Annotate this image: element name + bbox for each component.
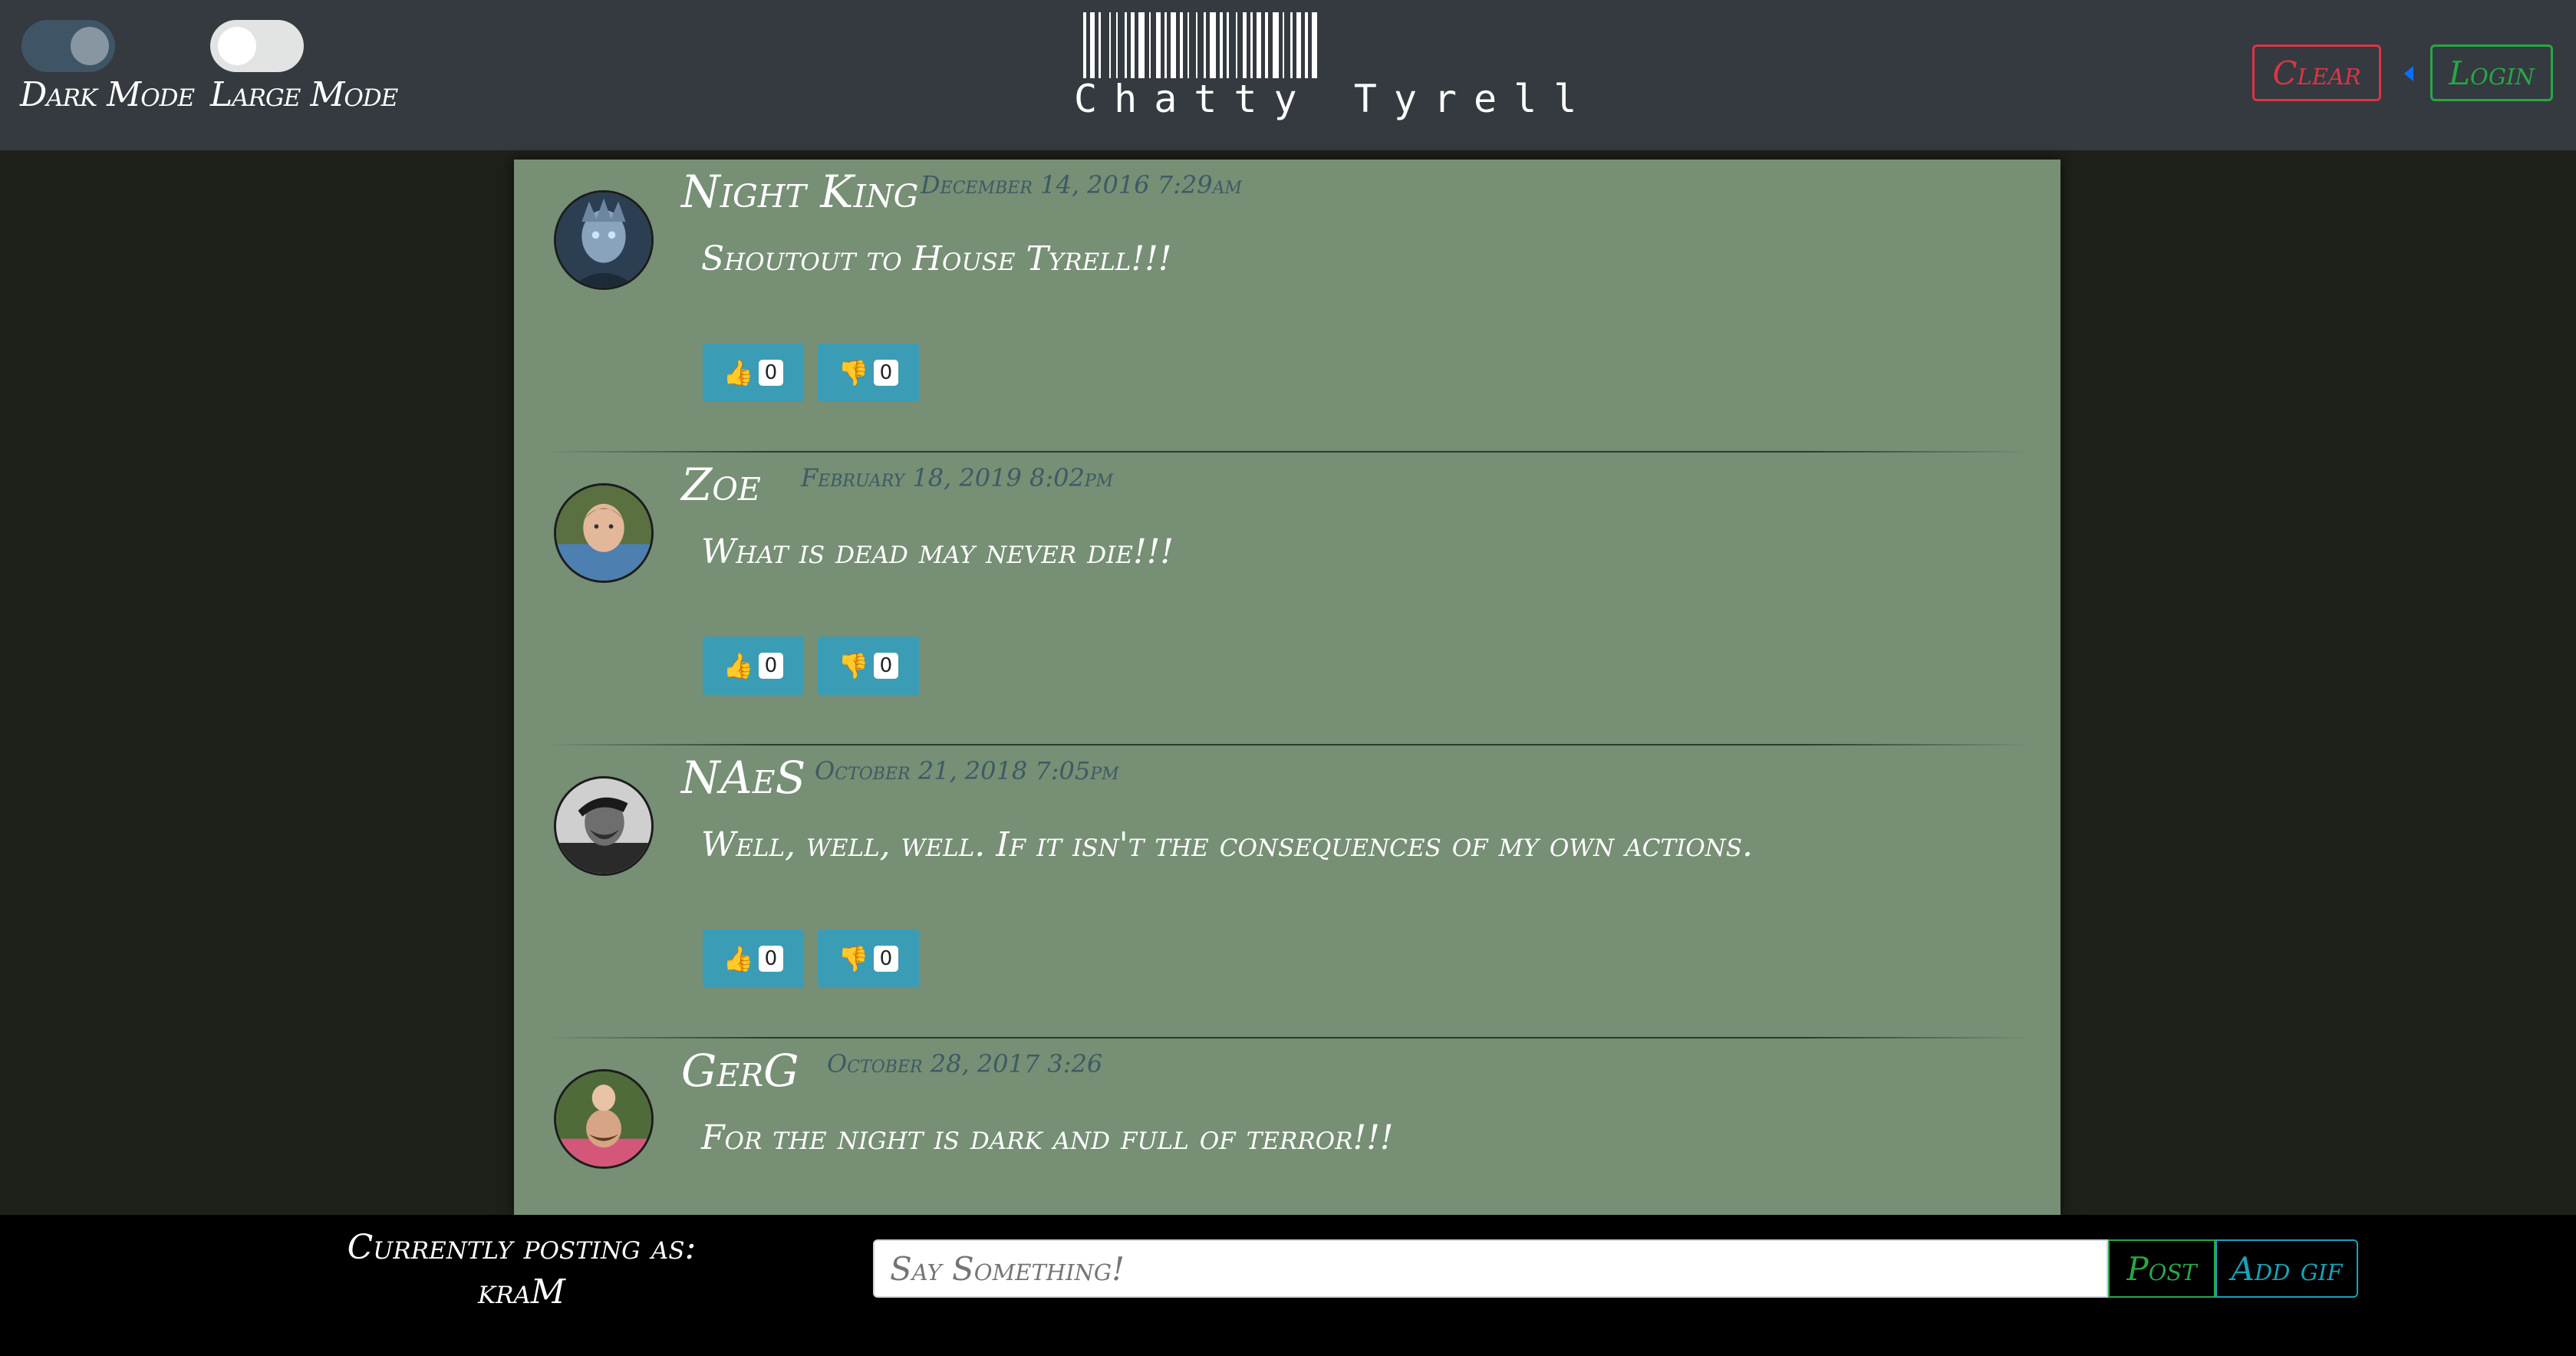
posting-as: Currently posting as: kraM: [292, 1226, 752, 1315]
login-button[interactable]: Login: [2430, 44, 2553, 101]
thumbs-up-icon: 👍: [723, 944, 754, 973]
message-feed[interactable]: Night King December 14, 2016 7:29am Shou…: [514, 160, 2060, 1215]
caret-left-icon[interactable]: [2404, 66, 2413, 81]
dislike-button[interactable]: 👎 0: [818, 344, 919, 402]
dark-mode-toggle[interactable]: [21, 20, 115, 72]
large-mode-label: Large Mode: [210, 75, 398, 114]
app-header: Dark Mode Large Mode Chatty Tyrell Clear…: [0, 0, 2576, 150]
post-author: Night King: [681, 166, 919, 218]
dislike-count: 0: [873, 946, 899, 972]
large-mode-toggle[interactable]: [210, 20, 304, 72]
post-date: October 28, 2017 3:26: [827, 1049, 1103, 1078]
dislike-count: 0: [873, 360, 899, 386]
message-post: Night King December 14, 2016 7:29am Shou…: [514, 160, 2060, 453]
message-input[interactable]: [873, 1239, 2108, 1298]
current-username: kraM: [478, 1272, 565, 1312]
avatar: [554, 483, 654, 583]
avatar: [554, 776, 654, 876]
thumbs-down-icon: 👎: [838, 358, 869, 387]
post-author: NAeS: [681, 752, 806, 804]
dislike-button[interactable]: 👎 0: [818, 637, 919, 695]
like-count: 0: [758, 946, 784, 972]
thumbs-down-icon: 👎: [838, 944, 869, 973]
message-post: NAeS October 21, 2018 7:05pm Well, well,…: [514, 745, 2060, 1038]
like-count: 0: [758, 360, 784, 386]
avatar: [554, 1069, 654, 1169]
thumbs-up-icon: 👍: [723, 651, 754, 680]
post-message: What is dead may never die!!!: [701, 532, 1174, 571]
add-gif-button[interactable]: Add gif: [2215, 1239, 2358, 1298]
post-message: For the night is dark and full of terror…: [701, 1118, 1394, 1157]
posting-as-label: Currently posting as:: [347, 1228, 697, 1267]
like-count: 0: [758, 653, 784, 679]
message-post: GerG October 28, 2017 3:26 For the night…: [514, 1038, 2060, 1215]
post-button[interactable]: Post: [2108, 1239, 2215, 1298]
post-date: October 21, 2018 7:05pm: [815, 756, 1119, 785]
toggle-knob: [71, 27, 109, 65]
message-post: Zoe February 18, 2019 8:02pm What is dea…: [514, 453, 2060, 745]
thumbs-down-icon: 👎: [838, 651, 869, 680]
like-button[interactable]: 👍 0: [703, 344, 804, 402]
post-message: Well, well, well. If it isn't the conseq…: [701, 825, 1754, 864]
post-message: Shoutout to House Tyrell!!!: [701, 239, 1172, 278]
barcode-logo-icon: [1083, 12, 1317, 78]
toggle-knob: [218, 27, 256, 65]
thumbs-up-icon: 👍: [723, 358, 754, 387]
dark-mode-label: Dark Mode: [20, 75, 195, 114]
brand-title: Chatty Tyrell: [1074, 77, 1594, 121]
like-button[interactable]: 👍 0: [703, 930, 804, 988]
compose-footer: Currently posting as: kraM Post Add gif: [0, 1215, 2576, 1356]
post-author: GerG: [681, 1045, 799, 1097]
post-date: December 14, 2016 7:29am: [921, 170, 1243, 199]
avatar: [554, 190, 654, 290]
dislike-count: 0: [873, 653, 899, 679]
clear-button[interactable]: Clear: [2252, 44, 2381, 101]
post-date: February 18, 2019 8:02pm: [801, 463, 1114, 492]
post-author: Zoe: [681, 459, 761, 511]
like-button[interactable]: 👍 0: [703, 637, 804, 695]
dislike-button[interactable]: 👎 0: [818, 930, 919, 988]
